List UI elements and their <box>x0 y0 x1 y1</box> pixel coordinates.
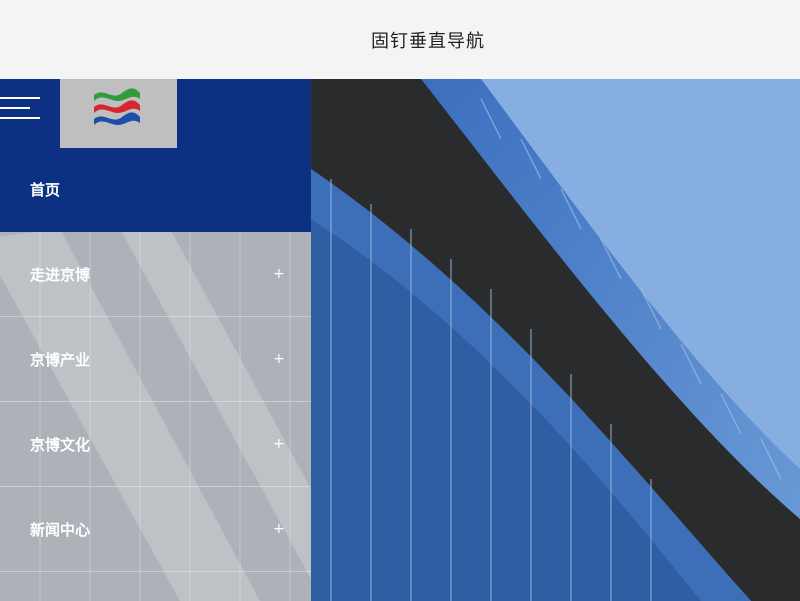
nav-item-label: 京博产业 <box>30 350 91 369</box>
nav-item-culture[interactable]: 京博文化 + <box>0 402 311 487</box>
top-bar: 固钉垂直导航 <box>0 0 800 79</box>
nav-item-label: 走进京博 <box>30 265 91 284</box>
nav-item-label: 新闻中心 <box>30 520 91 539</box>
nav-item-news[interactable]: 新闻中心 + <box>0 487 311 572</box>
hamburger-menu-icon[interactable] <box>0 89 48 129</box>
nav-item-label: 首页 <box>30 181 61 199</box>
plus-icon[interactable]: + <box>273 436 285 452</box>
nav-item-label: 京博文化 <box>30 435 91 454</box>
hero-image <box>311 79 800 601</box>
plus-icon[interactable]: + <box>273 351 285 367</box>
plus-icon[interactable]: + <box>273 521 285 537</box>
company-logo-icon[interactable] <box>60 79 177 148</box>
nav-item-industry[interactable]: 京博产业 + <box>0 317 311 402</box>
nav-item-about[interactable]: 走进京博 + <box>0 232 311 317</box>
side-navigation-panel: 首页 走进京博 + 京博产业 + 京博文化 + 新闻中心 + <box>0 79 311 601</box>
nav-item-home[interactable]: 首页 <box>0 147 311 232</box>
page-title: 固钉垂直导航 <box>371 30 485 52</box>
plus-icon[interactable]: + <box>273 266 285 282</box>
